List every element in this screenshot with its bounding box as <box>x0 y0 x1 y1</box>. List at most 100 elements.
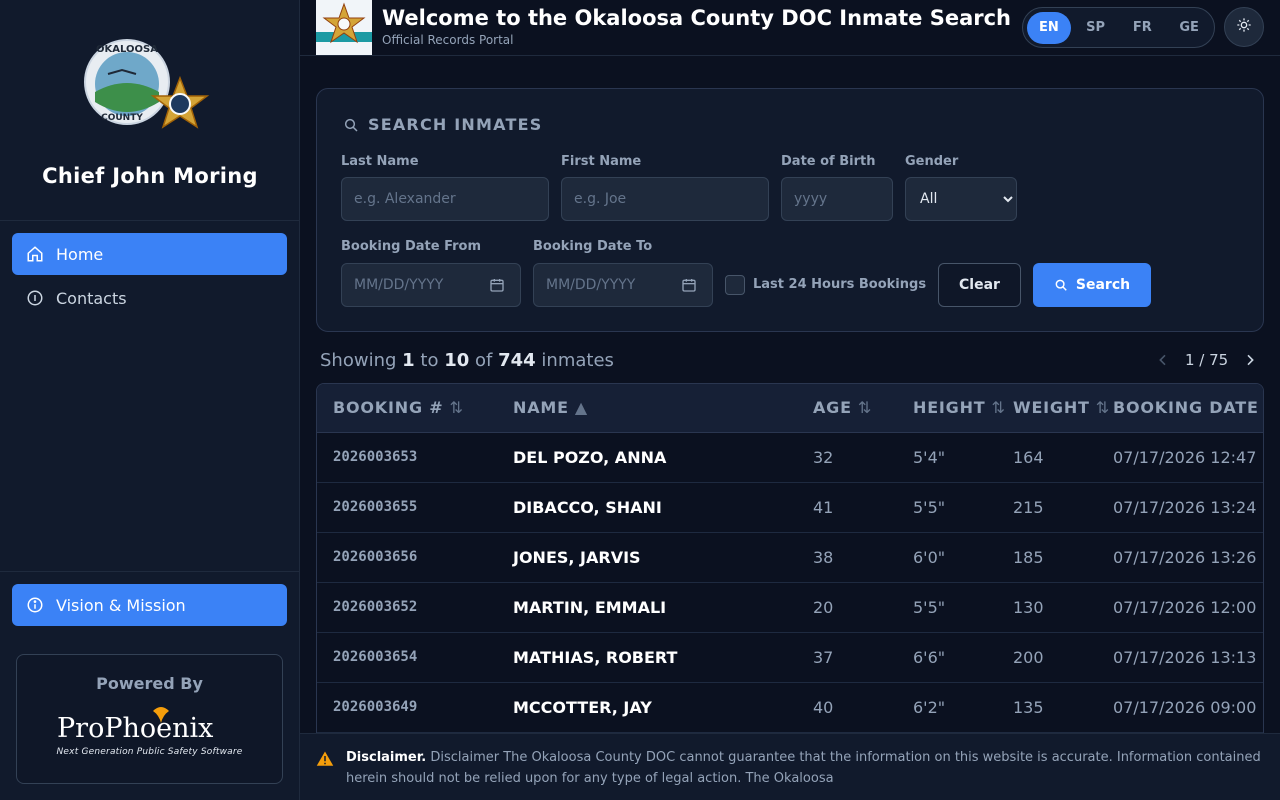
gender-select[interactable]: All <box>905 177 1017 221</box>
sun-icon <box>1236 17 1252 37</box>
cell-weight: 164 <box>1013 448 1044 467</box>
column-header-booking[interactable]: BOOKING # ⇅ <box>333 398 464 417</box>
chief-name: Chief John Moring <box>42 164 258 188</box>
table-row[interactable]: 2026003652 MARTIN, EMMALI 20 5'5" 130 07… <box>317 583 1263 633</box>
column-header-weight[interactable]: WEIGHT ⇅ <box>1013 398 1110 417</box>
table-row[interactable]: 2026003656 JONES, JARVIS 38 6'0" 185 07/… <box>317 533 1263 583</box>
cell-booking: 2026003654 <box>333 649 418 665</box>
lang-ge-button[interactable]: GE <box>1167 12 1211 44</box>
theme-toggle-button[interactable] <box>1224 7 1264 47</box>
table-row[interactable]: 2026003654 MATHIAS, ROBERT 37 6'6" 200 0… <box>317 633 1263 683</box>
vendor-logo-text: ProPhoenix <box>57 713 213 744</box>
column-header-booking-date[interactable]: BOOKING DATE <box>1113 398 1259 417</box>
dob-input[interactable] <box>781 177 893 221</box>
page-indicator: 1 / 75 <box>1185 351 1229 369</box>
sidebar: OKALOOSA COUNTY Chief John Moring Home C… <box>0 0 300 800</box>
home-icon <box>26 245 44 263</box>
seal-text-bottom: COUNTY <box>101 113 143 123</box>
sort-icon: ⇅ <box>449 398 464 417</box>
sort-asc-icon: ▲ <box>574 398 588 417</box>
county-seal-logo: OKALOOSA COUNTY <box>0 30 300 150</box>
cell-booking: 2026003652 <box>333 599 418 615</box>
booking-from-label: Booking Date From <box>341 239 482 254</box>
cell-name: MATHIAS, ROBERT <box>513 648 678 667</box>
search-card: SEARCH INMATES Last Name First Name Date… <box>316 88 1264 332</box>
table-row[interactable]: 2026003649 MCCOTTER, JAY 40 6'2" 135 07/… <box>317 683 1263 733</box>
page-subtitle: Official Records Portal <box>382 33 514 47</box>
last-name-input[interactable] <box>341 177 549 221</box>
cell-booking: 2026003656 <box>333 549 418 565</box>
last-24-hours-checkbox[interactable] <box>725 275 745 295</box>
table-row[interactable]: 2026003653 DEL POZO, ANNA 32 5'4" 164 07… <box>317 433 1263 483</box>
cell-age: 40 <box>813 698 834 717</box>
calendar-icon[interactable] <box>681 277 697 293</box>
cell-age: 38 <box>813 548 834 567</box>
dob-label: Date of Birth <box>781 154 876 169</box>
cell-booking: 2026003655 <box>333 499 418 515</box>
cell-age: 37 <box>813 648 834 667</box>
info-circle-icon <box>26 596 44 614</box>
cell-age: 20 <box>813 598 834 617</box>
sidebar-item-label: Contacts <box>56 288 127 308</box>
sidebar-item-home[interactable]: Home <box>12 233 287 275</box>
sort-icon: ⇅ <box>991 398 1006 417</box>
cell-height: 6'6" <box>913 648 946 667</box>
language-switcher: EN SP FR GE <box>1022 7 1215 48</box>
calendar-icon[interactable] <box>489 277 505 293</box>
cell-name: DIBACCO, SHANI <box>513 498 662 517</box>
search-button[interactable]: Search <box>1033 263 1151 307</box>
cell-weight: 215 <box>1013 498 1044 517</box>
info-icon <box>26 289 44 307</box>
column-header-height[interactable]: HEIGHT ⇅ <box>913 398 1006 417</box>
disclaimer-text: Disclaimer. Disclaimer The Okaloosa Coun… <box>346 750 1261 786</box>
table-row[interactable]: 2026003655 DIBACCO, SHANI 41 5'5" 215 07… <box>317 483 1263 533</box>
cell-weight: 185 <box>1013 548 1044 567</box>
powered-by-label: Powered By <box>96 674 203 693</box>
sidebar-divider <box>0 571 300 572</box>
inmates-table: BOOKING # ⇅ NAME ▲ AGE ⇅ HEIGHT ⇅ WEIGHT ⇅ BO… <box>316 383 1264 743</box>
booking-to-label: Booking Date To <box>533 239 653 254</box>
seal-text-top: OKALOOSA <box>96 44 158 55</box>
cell-height: 5'4" <box>913 448 946 467</box>
column-header-name[interactable]: NAME ▲ <box>513 398 588 417</box>
vision-mission-button[interactable]: Vision & Mission <box>12 584 287 626</box>
cell-booking-date: 07/17/2026 13:26 <box>1113 548 1257 567</box>
last-24-hours-label[interactable]: Last 24 Hours Bookings <box>753 277 926 292</box>
first-name-label: First Name <box>561 154 642 169</box>
cell-height: 6'2" <box>913 698 946 717</box>
search-card-title: SEARCH INMATES <box>343 115 542 134</box>
table-header: BOOKING # ⇅ NAME ▲ AGE ⇅ HEIGHT ⇅ WEIGHT ⇅ BO… <box>317 384 1263 433</box>
cell-booking-date: 07/17/2026 13:24 <box>1113 498 1257 517</box>
search-icon <box>1054 278 1068 292</box>
vendor-tagline: Next Generation Public Safety Software <box>56 747 243 757</box>
sort-icon: ⇅ <box>857 398 873 417</box>
cell-age: 41 <box>813 498 834 517</box>
top-header: Welcome to the Okaloosa County DOC Inmat… <box>300 0 1280 56</box>
cell-name: MARTIN, EMMALI <box>513 598 667 617</box>
lang-en-button[interactable]: EN <box>1027 11 1071 44</box>
lang-fr-button[interactable]: FR <box>1121 12 1165 44</box>
cell-booking-date: 07/17/2026 12:47 <box>1113 448 1257 467</box>
cell-height: 5'5" <box>913 498 946 517</box>
chevron-right-icon[interactable] <box>1242 352 1258 368</box>
first-name-input[interactable] <box>561 177 769 221</box>
sidebar-divider <box>0 220 300 221</box>
results-count: Showing 1 to 10 of 744 inmates <box>320 350 614 371</box>
sidebar-item-label: Home <box>56 244 104 264</box>
sidebar-item-contacts[interactable]: Contacts <box>12 277 287 319</box>
cell-name: MCCOTTER, JAY <box>513 698 652 717</box>
cell-age: 32 <box>813 448 834 467</box>
disclaimer-bar: Disclaimer. Disclaimer The Okaloosa Coun… <box>300 733 1280 800</box>
last-name-label: Last Name <box>341 154 419 169</box>
vision-mission-label: Vision & Mission <box>56 595 186 615</box>
column-header-age[interactable]: AGE ⇅ <box>813 398 872 417</box>
chevron-left-icon[interactable] <box>1155 352 1171 368</box>
clear-button[interactable]: Clear <box>938 263 1021 307</box>
cell-name: JONES, JARVIS <box>513 548 641 567</box>
sort-icon: ⇅ <box>1095 398 1110 417</box>
warning-icon <box>316 750 334 768</box>
cell-height: 5'5" <box>913 598 946 617</box>
page-title: Welcome to the Okaloosa County DOC Inmat… <box>382 6 1011 30</box>
lang-sp-button[interactable]: SP <box>1074 12 1118 44</box>
cell-weight: 200 <box>1013 648 1044 667</box>
